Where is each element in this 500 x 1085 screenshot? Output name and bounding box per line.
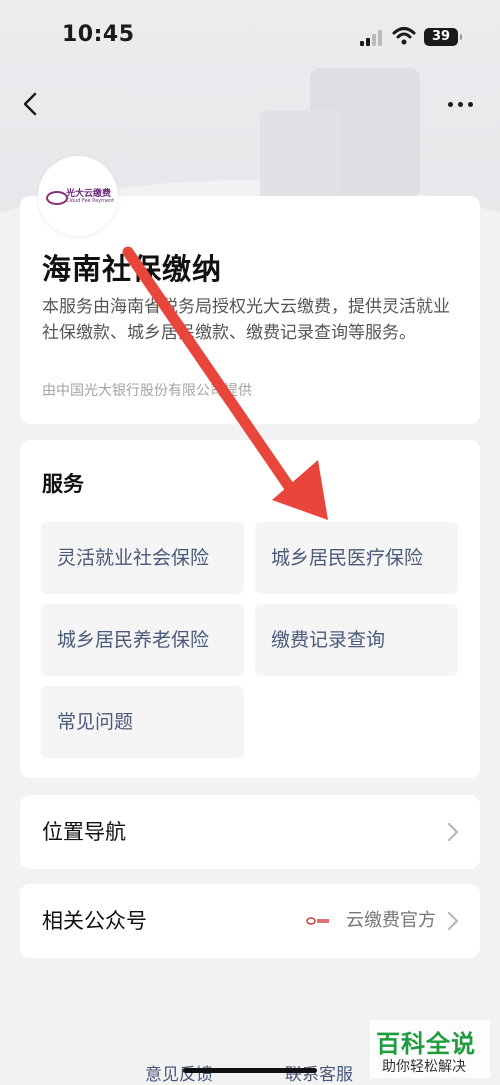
provider-text: 由中国光大银行股份有限公司提供 (42, 383, 252, 399)
logo-subtext: Cloud Fee Payment (66, 198, 115, 204)
watermark-subtitle: 助你轻松解决 (382, 1059, 466, 1075)
services-heading: 服务 (42, 472, 84, 496)
service-description: 本服务由海南省税务局授权光大云缴费，提供灵活就业社保缴款、城乡居民缴款、缴费记录… (42, 297, 450, 343)
logo-ring-icon (46, 191, 68, 205)
back-chevron-icon[interactable] (18, 90, 46, 118)
status-time: 10:45 (62, 22, 135, 47)
cellular-signal-icon (360, 30, 384, 46)
location-navigation-row[interactable]: 位置导航 (20, 795, 480, 869)
account-logo-icon (306, 917, 329, 925)
service-item-payment-records[interactable]: 缴费记录查询 (255, 604, 458, 676)
status-bar: 10:45 39 (0, 0, 500, 70)
official-account-name: 云缴费官方 (346, 910, 436, 931)
watermark: 百科全说 助你轻松解决 (370, 1020, 490, 1078)
wifi-icon (392, 27, 416, 45)
service-item-medical-insurance[interactable]: 城乡居民医疗保险 (255, 522, 458, 594)
service-item-pension-insurance[interactable]: 城乡居民养老保险 (41, 604, 244, 676)
home-indicator[interactable] (183, 1068, 317, 1073)
chevron-right-icon (448, 912, 458, 930)
service-item-faq[interactable]: 常见问题 (41, 686, 244, 758)
service-item-flexible-insurance[interactable]: 灵活就业社会保险 (41, 522, 244, 594)
decorative-card-shape (260, 110, 340, 210)
watermark-title: 百科全说 (376, 1030, 476, 1058)
battery-icon: 39 (424, 28, 462, 46)
more-options-icon[interactable] (448, 100, 476, 110)
page-title: 海南社保缴纳 (42, 252, 223, 286)
chevron-right-icon (448, 823, 458, 841)
location-navigation-label: 位置导航 (42, 820, 126, 844)
service-logo: 光大云缴费 Cloud Fee Payment (38, 156, 118, 236)
official-account-row[interactable]: 相关公众号 云缴费官方 (20, 884, 480, 958)
services-card: 服务 灵活就业社会保险 城乡居民医疗保险 城乡居民养老保险 缴费记录查询 常见问… (20, 440, 480, 778)
official-account-label: 相关公众号 (42, 909, 147, 933)
